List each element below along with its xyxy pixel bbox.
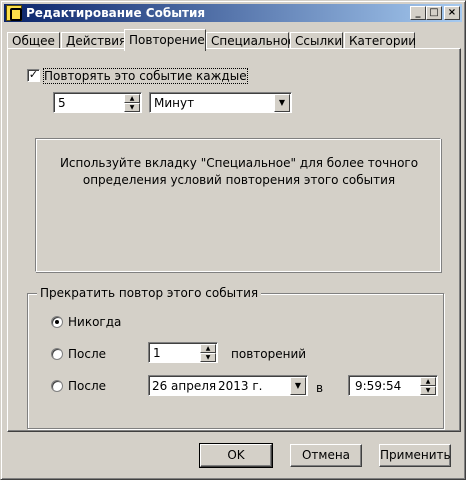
never-label[interactable]: Никогда [68,315,121,329]
interval-stepper[interactable]: 5 ▲ ▼ [53,92,142,113]
repeat-count-value: 1 [153,346,161,360]
date-month[interactable]: апреля [171,379,216,393]
never-radio[interactable] [51,316,63,328]
after-count-label[interactable]: После [68,347,106,361]
repeat-count-stepper[interactable]: 1 ▲ ▼ [148,342,218,363]
tab-repeat[interactable]: Повторение [124,29,206,51]
spin-down-icon[interactable]: ▼ [200,353,216,362]
spin-up-icon[interactable]: ▲ [124,94,140,103]
spin-down-icon[interactable]: ▼ [420,386,436,395]
tab-strip: Общее Действия Повторение Специальное Сс… [7,29,461,51]
ok-button[interactable]: OK [199,443,273,468]
end-date-picker[interactable]: 26 апреля 2013 г. ▼ [148,375,308,396]
repeat-checkbox[interactable]: ✓ [27,69,40,82]
end-time-spin: ▲ ▼ [420,377,436,395]
dropdown-arrow-icon[interactable]: ▼ [274,94,290,112]
bug-icon [6,5,22,21]
interval-unit-select[interactable]: Минут ▼ [149,92,292,113]
after-date-label[interactable]: После [68,379,106,393]
info-panel: Используйте вкладку "Специальное" для бо… [35,138,441,272]
info-text: Используйте вкладку "Специальное" для бо… [46,155,432,189]
minimize-button[interactable]: _ [410,6,426,20]
stop-repeat-group: Прекратить повтор этого события Никогда … [27,286,444,429]
end-time-stepper[interactable]: 9:59:54 ▲ ▼ [348,375,438,396]
repeat-count-spin: ▲ ▼ [200,344,216,362]
checkmark-icon: ✓ [28,68,39,81]
title-bar[interactable]: Редактирование События _ □ × [4,4,462,22]
spin-up-icon[interactable]: ▲ [420,377,436,386]
spin-up-icon[interactable]: ▲ [200,344,216,353]
after-date-radio[interactable] [51,380,63,392]
dialog-window: Редактирование События _ □ × Общее Дейст… [0,0,466,480]
repetitions-label: повторений [231,347,307,361]
dropdown-arrow-icon[interactable]: ▼ [290,377,306,395]
info-line-1: Используйте вкладку "Специальное" для бо… [59,156,419,170]
date-day[interactable]: 26 [152,379,167,393]
date-year[interactable]: 2013 г. [218,379,262,393]
apply-button[interactable]: Применить [379,444,451,467]
interval-unit-value: Минут [154,96,195,110]
repeat-tab-panel: ✓ Повторять это событие каждые 5 ▲ ▼ Мин… [7,48,461,432]
info-line-2: определения условий повторения этого соб… [82,173,396,187]
window-title: Редактирование События [26,6,206,20]
stop-repeat-legend: Прекратить повтор этого события [37,286,262,300]
after-count-radio[interactable] [51,348,63,360]
interval-spin: ▲ ▼ [124,94,140,112]
at-label: в [316,381,324,395]
close-button[interactable]: × [444,6,460,20]
repeat-checkbox-label[interactable]: Повторять это событие каждые [43,68,248,84]
cancel-button[interactable]: Отмена [290,444,362,467]
spin-down-icon[interactable]: ▼ [124,103,140,112]
interval-value: 5 [58,96,66,110]
maximize-button[interactable]: □ [426,6,442,20]
end-time-value: 9:59:54 [355,379,402,393]
